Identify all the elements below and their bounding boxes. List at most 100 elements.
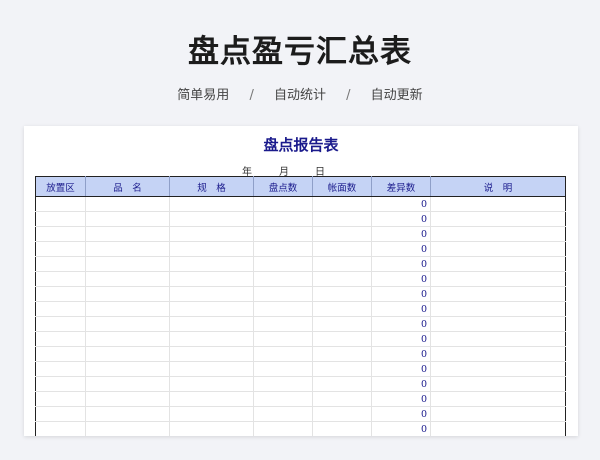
spec-cell[interactable] xyxy=(169,376,254,392)
item-name-cell[interactable] xyxy=(85,376,170,392)
counted-qty-cell[interactable] xyxy=(253,421,313,436)
location-cell[interactable] xyxy=(35,241,86,257)
book-qty-cell[interactable] xyxy=(312,286,372,302)
counted-qty-cell[interactable] xyxy=(253,331,313,347)
location-cell[interactable] xyxy=(35,286,86,302)
book-qty-cell[interactable] xyxy=(312,301,372,317)
counted-qty-cell[interactable] xyxy=(253,361,313,377)
remarks-cell[interactable] xyxy=(430,391,566,407)
remarks-cell[interactable] xyxy=(430,286,566,302)
spec-cell[interactable] xyxy=(169,406,254,422)
item-name-cell[interactable] xyxy=(85,196,170,212)
item-name-cell[interactable] xyxy=(85,316,170,332)
item-name-cell[interactable] xyxy=(85,286,170,302)
counted-qty-cell[interactable] xyxy=(253,346,313,362)
remarks-cell[interactable] xyxy=(430,376,566,392)
spec-cell[interactable] xyxy=(169,421,254,436)
item-name-cell[interactable] xyxy=(85,211,170,227)
book-qty-cell[interactable] xyxy=(312,406,372,422)
remarks-cell[interactable] xyxy=(430,196,566,212)
spec-cell[interactable] xyxy=(169,196,254,212)
difference-cell[interactable]: 0 xyxy=(371,421,431,436)
difference-cell[interactable]: 0 xyxy=(371,256,431,272)
location-cell[interactable] xyxy=(35,256,86,272)
book-qty-cell[interactable] xyxy=(312,316,372,332)
remarks-cell[interactable] xyxy=(430,331,566,347)
spec-cell[interactable] xyxy=(169,361,254,377)
difference-cell[interactable]: 0 xyxy=(371,331,431,347)
location-cell[interactable] xyxy=(35,391,86,407)
location-cell[interactable] xyxy=(35,406,86,422)
counted-qty-cell[interactable] xyxy=(253,376,313,392)
spec-cell[interactable] xyxy=(169,391,254,407)
column-header-book-qty[interactable]: 帐面数 xyxy=(312,176,372,197)
difference-cell[interactable]: 0 xyxy=(371,211,431,227)
remarks-cell[interactable] xyxy=(430,421,566,436)
book-qty-cell[interactable] xyxy=(312,331,372,347)
item-name-cell[interactable] xyxy=(85,241,170,257)
spec-cell[interactable] xyxy=(169,241,254,257)
remarks-cell[interactable] xyxy=(430,271,566,287)
location-cell[interactable] xyxy=(35,301,86,317)
book-qty-cell[interactable] xyxy=(312,271,372,287)
remarks-cell[interactable] xyxy=(430,361,566,377)
column-header-location[interactable]: 放置区 xyxy=(35,176,86,197)
remarks-cell[interactable] xyxy=(430,211,566,227)
book-qty-cell[interactable] xyxy=(312,391,372,407)
item-name-cell[interactable] xyxy=(85,301,170,317)
spec-cell[interactable] xyxy=(169,331,254,347)
column-header-counted-qty[interactable]: 盘点数 xyxy=(253,176,313,197)
book-qty-cell[interactable] xyxy=(312,346,372,362)
remarks-cell[interactable] xyxy=(430,406,566,422)
counted-qty-cell[interactable] xyxy=(253,196,313,212)
spec-cell[interactable] xyxy=(169,211,254,227)
location-cell[interactable] xyxy=(35,421,86,436)
item-name-cell[interactable] xyxy=(85,406,170,422)
counted-qty-cell[interactable] xyxy=(253,211,313,227)
item-name-cell[interactable] xyxy=(85,331,170,347)
difference-cell[interactable]: 0 xyxy=(371,286,431,302)
item-name-cell[interactable] xyxy=(85,271,170,287)
counted-qty-cell[interactable] xyxy=(253,271,313,287)
spec-cell[interactable] xyxy=(169,271,254,287)
difference-cell[interactable]: 0 xyxy=(371,301,431,317)
book-qty-cell[interactable] xyxy=(312,421,372,436)
book-qty-cell[interactable] xyxy=(312,211,372,227)
counted-qty-cell[interactable] xyxy=(253,316,313,332)
location-cell[interactable] xyxy=(35,376,86,392)
remarks-cell[interactable] xyxy=(430,241,566,257)
item-name-cell[interactable] xyxy=(85,421,170,436)
location-cell[interactable] xyxy=(35,331,86,347)
item-name-cell[interactable] xyxy=(85,226,170,242)
book-qty-cell[interactable] xyxy=(312,256,372,272)
book-qty-cell[interactable] xyxy=(312,361,372,377)
item-name-cell[interactable] xyxy=(85,361,170,377)
remarks-cell[interactable] xyxy=(430,226,566,242)
counted-qty-cell[interactable] xyxy=(253,256,313,272)
difference-cell[interactable]: 0 xyxy=(371,406,431,422)
location-cell[interactable] xyxy=(35,361,86,377)
spec-cell[interactable] xyxy=(169,226,254,242)
location-cell[interactable] xyxy=(35,211,86,227)
location-cell[interactable] xyxy=(35,316,86,332)
location-cell[interactable] xyxy=(35,196,86,212)
remarks-cell[interactable] xyxy=(430,301,566,317)
column-header-item-name[interactable]: 品 名 xyxy=(85,176,170,197)
difference-cell[interactable]: 0 xyxy=(371,346,431,362)
counted-qty-cell[interactable] xyxy=(253,241,313,257)
book-qty-cell[interactable] xyxy=(312,196,372,212)
remarks-cell[interactable] xyxy=(430,316,566,332)
spec-cell[interactable] xyxy=(169,301,254,317)
column-header-spec[interactable]: 规 格 xyxy=(169,176,254,197)
location-cell[interactable] xyxy=(35,271,86,287)
book-qty-cell[interactable] xyxy=(312,226,372,242)
remarks-cell[interactable] xyxy=(430,346,566,362)
difference-cell[interactable]: 0 xyxy=(371,391,431,407)
item-name-cell[interactable] xyxy=(85,346,170,362)
difference-cell[interactable]: 0 xyxy=(371,241,431,257)
difference-cell[interactable]: 0 xyxy=(371,196,431,212)
location-cell[interactable] xyxy=(35,346,86,362)
book-qty-cell[interactable] xyxy=(312,376,372,392)
item-name-cell[interactable] xyxy=(85,391,170,407)
item-name-cell[interactable] xyxy=(85,256,170,272)
